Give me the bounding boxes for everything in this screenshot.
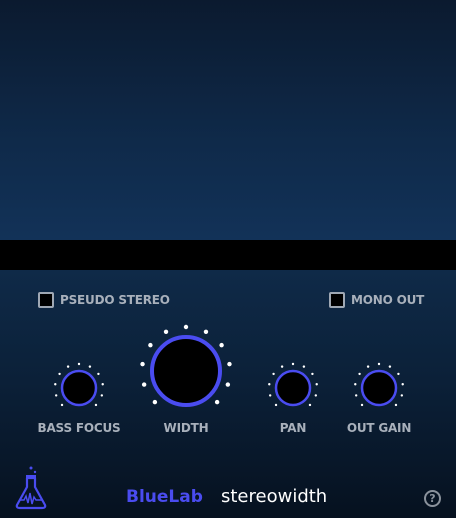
width-label: WIDTH (163, 421, 209, 435)
mono-out-toggle[interactable]: MONO OUT (329, 292, 424, 308)
mono-out-label: MONO OUT (351, 293, 425, 307)
plugin-name: stereowidth (221, 486, 328, 507)
knob-body[interactable] (60, 369, 98, 407)
knob-body[interactable] (274, 369, 312, 407)
brand-name: BlueLab (126, 487, 203, 507)
pseudo-stereo-toggle[interactable]: PSEUDO STEREO (38, 292, 170, 308)
pseudo-stereo-checkbox[interactable] (38, 292, 54, 308)
knob-body[interactable] (360, 369, 398, 407)
knob-body[interactable] (150, 335, 222, 407)
out-gain-label: OUT GAIN (346, 421, 412, 435)
visualization-display (0, 0, 456, 240)
bass-focus-label: BASS FOCUS (37, 421, 121, 435)
mono-out-checkbox[interactable] (329, 292, 345, 308)
pseudo-stereo-label: PSEUDO STEREO (60, 293, 170, 307)
help-button[interactable]: ? (424, 490, 441, 507)
flask-waveform-icon (15, 466, 47, 510)
separator-bar (0, 240, 456, 270)
